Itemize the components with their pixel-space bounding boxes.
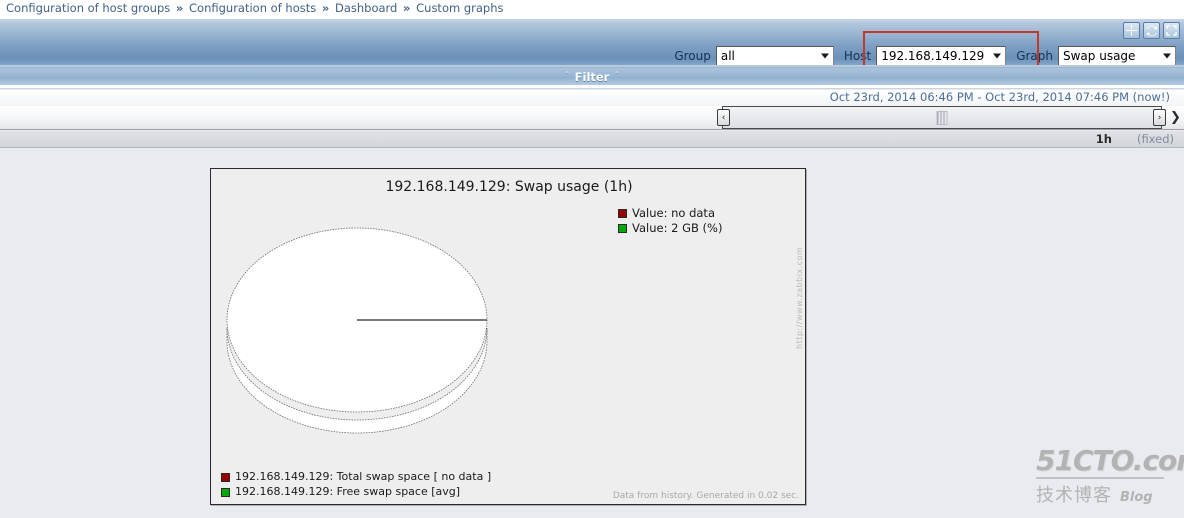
pie-chart-svg	[226, 227, 488, 434]
breadcrumb: Configuration of host groups » Configura…	[0, 0, 1184, 18]
time-footer-bar: 1h (fixed)	[0, 131, 1184, 148]
time-drag-grip[interactable]	[936, 110, 948, 125]
fullscreen-icon[interactable]	[1163, 22, 1180, 39]
breadcrumb-item-host-groups[interactable]: Configuration of host groups	[6, 1, 170, 15]
legend-label: Value: 2 GB (%)	[632, 221, 723, 235]
time-period-label: 1h	[1095, 132, 1112, 146]
graph-label: Graph	[1016, 49, 1053, 63]
chevron-up-icon: ˄	[614, 71, 620, 82]
page-root: Configuration of host groups » Configura…	[0, 0, 1184, 518]
legend-swatch-free	[618, 223, 627, 233]
watermark-blog-label: Blog	[1120, 490, 1153, 505]
site-watermark: 51CTO.com 技术博客 Blog	[1036, 444, 1184, 510]
legend-swatch-no-data	[618, 208, 627, 218]
chevron-down-icon	[993, 53, 1002, 59]
legend-label: 192.168.149.129: Free swap space [avg]	[235, 485, 461, 498]
breadcrumb-item-dashboard[interactable]: Dashboard	[335, 1, 397, 15]
group-select[interactable]: all	[715, 46, 834, 66]
host-label: Host	[843, 49, 872, 63]
zabbix-watermark: http://www.zabbix.com	[795, 246, 804, 349]
group-label: Group	[674, 49, 711, 63]
breadcrumb-separator: »	[321, 1, 330, 15]
graph-filter-controls: Group all Host 192.168.149.129 Graph Swa…	[674, 45, 1176, 67]
legend-swatch-free-swap	[221, 487, 230, 497]
time-selector: Oct 23rd, 2014 06:46 PM - Oct 23rd, 2014…	[0, 90, 1184, 148]
host-select[interactable]: 192.168.149.129	[876, 46, 1007, 66]
legend-item: 192.168.149.129: Free swap space [avg]	[221, 485, 491, 499]
graph-footer-note: Data from history. Generated in 0.02 sec…	[612, 491, 799, 501]
legend-label: 192.168.149.129: Total swap space [ no d…	[235, 470, 492, 483]
watermark-subtitle: 技术博客	[1036, 485, 1112, 506]
watermark-divider	[1036, 477, 1164, 479]
filter-toggle-bar[interactable]: ˄ Filter ˄	[0, 68, 1184, 85]
graph-series-legend: 192.168.149.129: Total swap space [ no d…	[221, 470, 491, 500]
window-controls	[1123, 22, 1180, 39]
legend-swatch-total-swap	[221, 472, 230, 482]
time-range-header: Oct 23rd, 2014 06:46 PM - Oct 23rd, 2014…	[0, 90, 1184, 106]
time-scrollbar-track[interactable]: ‹ › ❯	[0, 106, 1184, 130]
time-left-handle[interactable]: ‹	[717, 109, 730, 126]
breadcrumb-separator: »	[175, 1, 184, 15]
header-band: Group all Host 192.168.149.129 Graph Swa…	[0, 18, 1184, 67]
host-select-value: 192.168.149.129	[881, 49, 985, 63]
chevron-down-icon	[1163, 53, 1171, 59]
legend-item: 192.168.149.129: Total swap space [ no d…	[221, 470, 491, 484]
chevron-down-icon	[820, 53, 829, 59]
watermark-subtitle-row: 技术博客 Blog	[1036, 481, 1176, 507]
watermark-brand: 51CTO.com	[1036, 444, 1184, 477]
group-select-value: all	[720, 49, 735, 63]
breadcrumb-separator: »	[403, 1, 411, 15]
legend-item: Value: no data	[618, 206, 722, 220]
time-range-text: Oct 23rd, 2014 06:46 PM - Oct 23rd, 2014…	[829, 90, 1170, 104]
legend-item: Value: 2 GB (%)	[618, 221, 722, 235]
add-icon[interactable]	[1123, 22, 1140, 39]
graph-select[interactable]: Swap usage	[1058, 46, 1176, 66]
filter-separator	[0, 85, 1184, 89]
time-fixed-toggle[interactable]: (fixed)	[1137, 132, 1174, 146]
graph-panel: 192.168.149.129: Swap usage (1h) Value: …	[210, 168, 806, 505]
chevron-up-icon: ˄	[564, 71, 570, 82]
breadcrumb-item-hosts[interactable]: Configuration of hosts	[189, 1, 316, 15]
legend-label: Value: no data	[632, 206, 715, 220]
breadcrumb-item-custom-graphs[interactable]: Custom graphs	[416, 1, 503, 15]
time-right-handle[interactable]: ›	[1153, 109, 1166, 126]
refresh-icon[interactable]	[1143, 22, 1160, 39]
graph-select-value: Swap usage	[1063, 49, 1136, 63]
time-selection-window[interactable]	[722, 106, 1162, 129]
time-next-arrow-icon[interactable]: ❯	[1170, 110, 1181, 125]
graph-value-legend: Value: no data Value: 2 GB (%)	[618, 206, 722, 236]
filter-label: Filter	[574, 69, 610, 84]
graph-title: 192.168.149.129: Swap usage (1h)	[385, 179, 633, 195]
pie-chart	[217, 219, 507, 459]
